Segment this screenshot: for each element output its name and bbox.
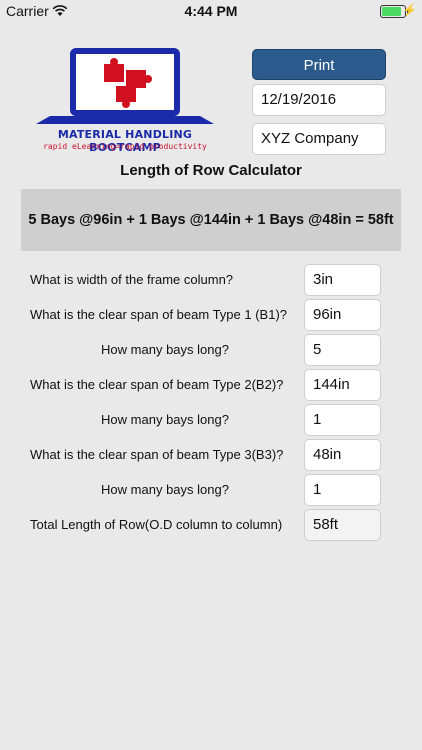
charging-icon: ⚡ — [402, 3, 417, 17]
beam1-span-input[interactable]: 96in — [304, 299, 381, 331]
date-field[interactable]: 12/19/2016 — [252, 84, 386, 116]
result-summary: 5 Bays @96in + 1 Bays @144in + 1 Bays @4… — [21, 189, 401, 251]
beam2-bays-input[interactable]: 1 — [304, 404, 381, 436]
frame-width-label: What is width of the frame column? — [30, 272, 234, 287]
logo-subtitle: rapid eLearning=rapid productivity — [43, 142, 207, 151]
beam3-bays-label: How many bays long? — [101, 482, 229, 497]
print-button[interactable]: Print — [252, 49, 386, 80]
total-length-label: Total Length of Row(O.D column to column… — [30, 517, 283, 532]
beam1-bays-label: How many bays long? — [101, 342, 229, 357]
beam3-span-input[interactable]: 48in — [304, 439, 381, 471]
beam2-span-label: What is the clear span of beam Type 2(B2… — [30, 377, 284, 392]
beam1-span-label: What is the clear span of beam Type 1 (B… — [30, 307, 288, 322]
beam3-bays-input[interactable]: 1 — [304, 474, 381, 506]
beam3-span-label: What is the clear span of beam Type 3(B3… — [30, 447, 284, 462]
beam2-bays-label: How many bays long? — [101, 412, 229, 427]
total-length-output: 58ft — [304, 509, 381, 541]
beam1-bays-input[interactable]: 5 — [304, 334, 381, 366]
beam2-span-input[interactable]: 144in — [304, 369, 381, 401]
frame-width-input[interactable]: 3in — [304, 264, 381, 296]
clock: 4:44 PM — [184, 3, 238, 19]
status-bar: Carrier 4:44 PM ⚡ — [0, 0, 422, 22]
page-title: Length of Row Calculator — [120, 162, 302, 179]
company-field[interactable]: XYZ Company — [252, 123, 386, 155]
